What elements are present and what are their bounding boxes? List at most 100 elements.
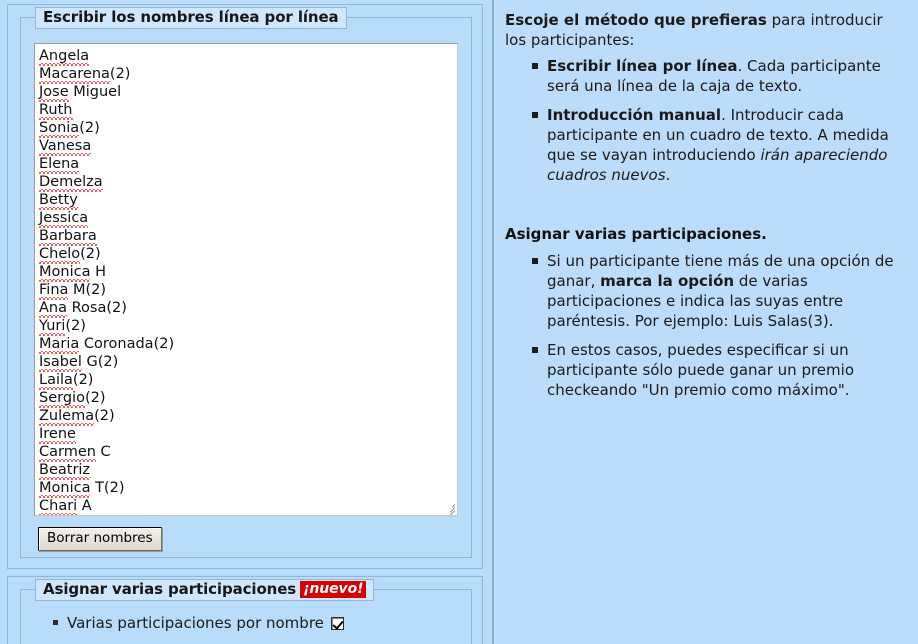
name-line: Laila(2)	[39, 371, 453, 390]
name-line: Monica H	[39, 263, 453, 282]
names-panel-wrapper: Escribir los nombres línea por línea Ang…	[7, 4, 483, 569]
name-line: Sonia(2)	[39, 119, 453, 138]
name-line: Beatriz	[39, 461, 453, 480]
multi-entries-fieldset: Asignar varias participaciones ¡nuevo! Va…	[20, 579, 472, 644]
name-token: Elena	[39, 156, 80, 174]
name-line: Maria Coronada(2)	[39, 335, 453, 354]
name-token: Sonia	[39, 120, 80, 138]
name-token: Sergio	[39, 390, 85, 408]
help-method-list: Escribir línea por línea. Cada participa…	[505, 56, 906, 185]
name-suffix: (2)	[72, 372, 94, 388]
name-token: Chari	[39, 498, 78, 515]
name-line: Demelza	[39, 173, 453, 192]
name-line: Irene	[39, 425, 453, 444]
name-line: Chari A	[39, 497, 453, 515]
help-intro-strong: Escoje el método que prefieras	[505, 11, 767, 29]
left-column: Escribir los nombres línea por línea Ang…	[0, 0, 489, 644]
names-textarea-content: Angela Macarena(2) Jose Miguel Ruth Sonia(2)…	[39, 47, 453, 515]
name-suffix: G(2)	[81, 354, 119, 370]
name-line: Jose Miguel	[39, 83, 453, 102]
clear-names-button[interactable]: Borrar nombres	[38, 527, 162, 551]
name-suffix: Coronada(2)	[79, 336, 175, 352]
name-token: Jessica	[39, 210, 89, 228]
name-suffix: T(2)	[90, 480, 125, 496]
name-line: Angela	[39, 47, 453, 66]
multi-entries-panel-wrapper: Asignar varias participaciones ¡nuevo! Va…	[7, 576, 483, 644]
help-item-tail: .	[665, 166, 671, 184]
bullet-square-icon	[532, 112, 538, 118]
name-line: Jessica	[39, 209, 453, 228]
name-line: Monica T(2)	[39, 479, 453, 498]
bullet-square-icon	[532, 347, 538, 353]
names-fieldset-legend: Escribir los nombres línea por línea	[35, 7, 347, 29]
help-list-item: Escribir línea por línea. Cada participa…	[532, 56, 906, 96]
name-line: Isabel G(2)	[39, 353, 453, 372]
name-line: Sergio(2)	[39, 389, 453, 408]
help-section-title: Asignar varias participaciones.	[505, 225, 767, 243]
name-token: Chelo	[39, 246, 81, 264]
name-line: Vanesa	[39, 137, 453, 156]
name-line: Ruth	[39, 101, 453, 120]
names-textarea[interactable]: Angela Macarena(2) Jose Miguel Ruth Sonia(2)…	[34, 43, 458, 516]
help-item-strong: marca la opción	[600, 272, 735, 290]
name-line: Elena	[39, 155, 453, 174]
name-token: Macarena	[39, 66, 110, 84]
help-section-list: Si un participante tiene más de una opci…	[505, 251, 906, 400]
multi-entries-option-row: Varias participaciones por nombre	[53, 612, 344, 634]
name-token: Isabel	[39, 354, 82, 372]
name-suffix: Rosa(2)	[67, 300, 127, 316]
name-suffix: (2)	[80, 246, 101, 262]
name-token: Barbara	[39, 228, 97, 246]
name-token: Zulema	[39, 408, 95, 426]
name-token: Fina	[39, 282, 69, 300]
names-fieldset: Escribir los nombres línea por línea Ang…	[20, 7, 472, 558]
name-suffix: H	[90, 264, 106, 280]
multi-entries-checkbox[interactable]	[330, 617, 344, 630]
bullet-square-icon	[532, 258, 538, 264]
name-token: Maria	[39, 336, 80, 354]
name-token: Beatriz	[39, 462, 91, 480]
name-suffix: (2)	[79, 120, 100, 136]
name-suffix: M(2)	[68, 282, 107, 298]
name-line: Barbara	[39, 227, 453, 246]
help-item-text: En estos casos, puedes especificar si un…	[547, 341, 854, 399]
name-line: Fina M(2)	[39, 281, 453, 300]
multi-entries-fieldset-legend: Asignar varias participaciones ¡nuevo!	[35, 579, 375, 601]
name-line: Yuri(2)	[39, 317, 453, 336]
multi-entries-legend-text: Asignar varias participaciones	[43, 580, 297, 598]
name-suffix: A	[77, 498, 92, 514]
name-suffix: (2)	[94, 408, 115, 424]
name-token: Monica	[39, 264, 91, 282]
help-panel: Escoje el método que prefieras para intr…	[492, 0, 918, 644]
name-line: Chelo(2)	[39, 245, 453, 264]
bullet-square-icon	[532, 63, 538, 69]
name-token: Monica	[39, 480, 91, 498]
multi-entries-option-label: Varias participaciones por nombre	[67, 614, 324, 632]
name-line: Betty	[39, 191, 453, 210]
help-intro: Escoje el método que prefieras para intr…	[505, 10, 906, 50]
name-token: Ana	[39, 300, 67, 318]
name-token: Ruth	[39, 102, 73, 120]
name-suffix: (2)	[109, 66, 131, 82]
name-token: Irene	[39, 426, 76, 444]
name-token: Carmen	[39, 444, 96, 462]
new-badge: ¡nuevo!	[300, 581, 367, 598]
name-line: Carmen C	[39, 443, 453, 462]
name-line: Zulema(2)	[39, 407, 453, 426]
multi-entries-options: Varias participaciones por nombre	[21, 612, 344, 634]
name-token: Vanesa	[39, 138, 92, 156]
help-list-item: Si un participante tiene más de una opci…	[532, 251, 906, 331]
name-suffix: (2)	[84, 390, 106, 406]
name-token: Jose	[39, 84, 69, 102]
name-token: Angela	[39, 48, 90, 66]
name-line: Ana Rosa(2)	[39, 299, 453, 318]
name-token: Yuri	[39, 318, 66, 336]
app-root: Escribir los nombres línea por línea Ang…	[0, 0, 918, 644]
help-item-strong: Escribir línea por línea	[547, 57, 738, 75]
name-token: Demelza	[39, 174, 103, 192]
bullet-square-icon	[53, 620, 58, 625]
name-suffix: (2)	[65, 318, 86, 334]
textarea-resize-handle[interactable]	[443, 501, 456, 515]
name-suffix: Miguel	[68, 84, 122, 100]
help-list-item: Introducción manual. Introducir cada par…	[532, 105, 906, 185]
